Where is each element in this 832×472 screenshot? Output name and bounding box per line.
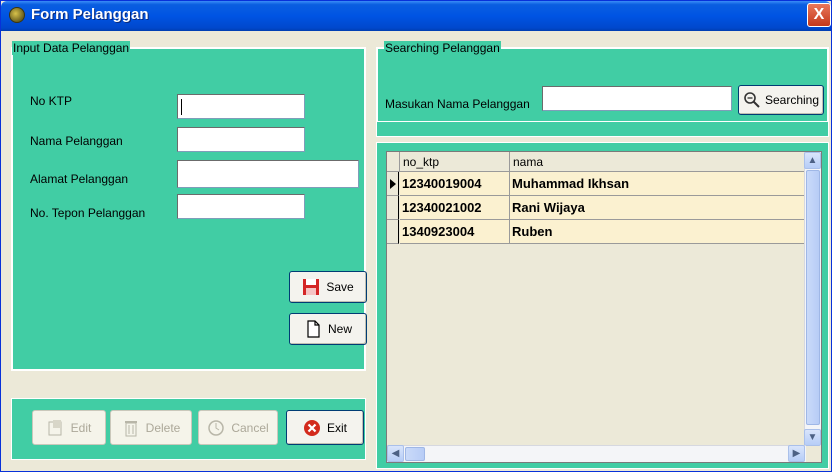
trash-icon [122, 419, 140, 437]
save-label: Save [326, 280, 354, 294]
alamat-pelanggan-label: Alamat Pelanggan [30, 172, 129, 186]
scroll-up-button[interactable]: ▲ [804, 152, 821, 169]
app-icon [9, 7, 25, 23]
exit-icon [303, 419, 321, 437]
cancel-button[interactable]: Cancel [198, 410, 278, 445]
searching-button[interactable]: Searching [738, 85, 824, 115]
new-document-icon [304, 320, 322, 338]
cell-nama[interactable]: Rani Wijaya [510, 196, 806, 220]
no-telepon-input[interactable] [177, 194, 305, 219]
customer-grid[interactable]: no_ktp nama 12340019004 Muhammad Ikhsan … [386, 151, 822, 463]
new-button[interactable]: New [289, 313, 367, 345]
scroll-left-button[interactable]: ◀ [387, 445, 404, 462]
edit-icon [47, 419, 65, 437]
search-input[interactable] [542, 86, 732, 111]
cell-no-ktp[interactable]: 12340021002 [400, 196, 510, 220]
text-caret [181, 99, 182, 115]
search-label: Masukan Nama Pelanggan [385, 97, 530, 111]
horizontal-scroll-thumb[interactable] [405, 447, 425, 461]
cancel-label: Cancel [231, 420, 269, 435]
new-label: New [327, 322, 352, 336]
cell-nama[interactable]: Ruben [510, 220, 806, 244]
cell-nama[interactable]: Muhammad Ikhsan [510, 172, 806, 196]
alamat-pelanggan-input[interactable] [177, 160, 359, 188]
delete-label: Delete [145, 420, 181, 435]
title-bar[interactable]: Form Pelanggan X [1, 1, 831, 31]
table-row[interactable]: 12340019004 Muhammad Ikhsan [387, 172, 806, 196]
exit-button[interactable]: Exit [286, 410, 364, 445]
cancel-icon [207, 419, 225, 437]
nama-pelanggan-input[interactable] [177, 127, 305, 152]
column-header-nama[interactable]: nama [510, 152, 806, 172]
delete-button[interactable]: Delete [110, 410, 192, 445]
input-group: Input Data Pelanggan No KTP Nama Pelangg… [12, 41, 367, 370]
row-indicator [387, 196, 399, 220]
input-group-legend: Input Data Pelanggan [12, 41, 131, 55]
no-ktp-label: No KTP [30, 94, 73, 108]
nama-pelanggan-label: Nama Pelanggan [30, 134, 123, 148]
table-row[interactable]: 1340923004 Ruben [387, 220, 806, 244]
searching-label: Searching [764, 93, 820, 107]
cell-no-ktp[interactable]: 12340019004 [400, 172, 510, 196]
grid-corner [387, 152, 400, 172]
row-indicator [387, 172, 399, 196]
window-title: Form Pelanggan [31, 6, 149, 23]
no-ktp-input[interactable] [177, 94, 305, 119]
search-group-legend: Searching Pelanggan [384, 41, 501, 55]
actions-panel: Edit Delete Cancel Exit [11, 398, 366, 460]
search-group: Searching Pelanggan Masukan Nama Pelangg… [377, 41, 828, 122]
scroll-down-button[interactable]: ▼ [804, 429, 821, 446]
scroll-right-button[interactable]: ▶ [788, 445, 805, 462]
floppy-icon [302, 278, 320, 296]
no-telepon-label: No. Tepon Pelanggan [30, 206, 146, 220]
column-header-no-ktp[interactable]: no_ktp [400, 152, 510, 172]
table-row[interactable]: 12340021002 Rani Wijaya [387, 196, 806, 220]
save-button[interactable]: Save [289, 271, 367, 303]
exit-label: Exit [326, 420, 347, 435]
form-window: Form Pelanggan X Input Data Pelanggan No… [0, 0, 832, 472]
search-icon [743, 91, 761, 109]
vertical-scroll-thumb[interactable] [806, 170, 820, 425]
cell-no-ktp[interactable]: 1340923004 [400, 220, 510, 244]
horizontal-scrollbar[interactable]: ◀ ▶ [387, 445, 806, 462]
edit-button[interactable]: Edit [32, 410, 106, 445]
edit-label: Edit [70, 420, 92, 435]
current-row-arrow-icon [390, 179, 396, 189]
search-panel: Searching Pelanggan Masukan Nama Pelangg… [376, 41, 829, 137]
row-indicator [387, 220, 399, 244]
close-button[interactable]: X [807, 3, 831, 27]
input-panel: Input Data Pelanggan No KTP Nama Pelangg… [11, 41, 367, 371]
vertical-scrollbar[interactable]: ▲ ▼ [804, 152, 821, 446]
